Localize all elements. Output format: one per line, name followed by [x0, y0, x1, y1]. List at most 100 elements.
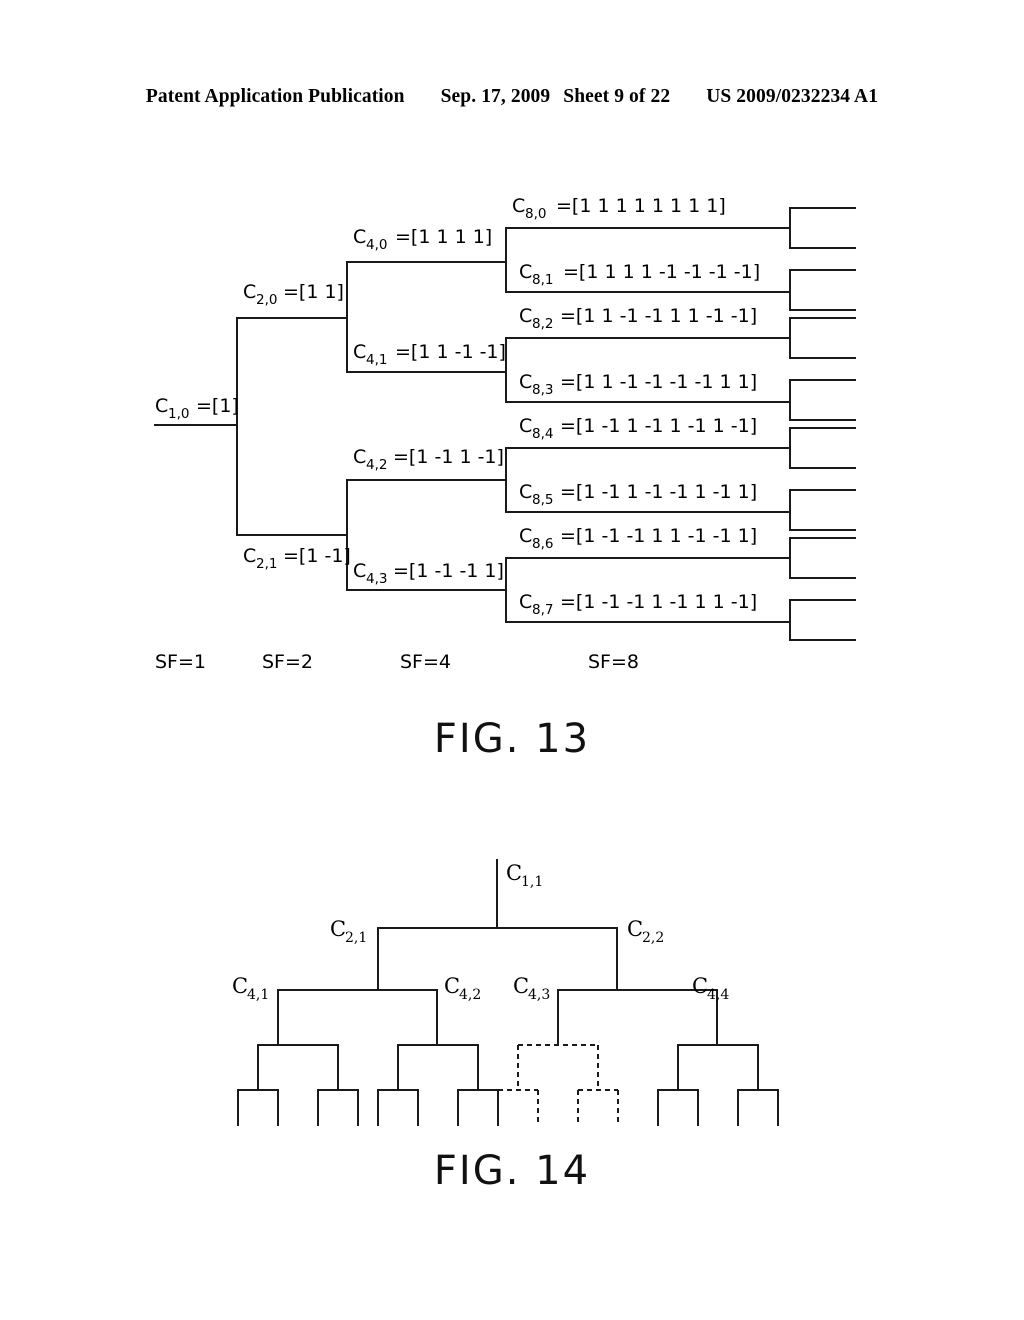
code-label-c8-6-sub: 8,6 — [532, 536, 553, 552]
leaf-bracket-1 — [789, 269, 856, 311]
code-label-c4-0-name: C — [353, 226, 366, 248]
node-label-c2-2-sub: 2,2 — [642, 930, 664, 946]
code-label-c4-1-name: C — [353, 341, 366, 363]
node-label-c1-1-sub: 1,1 — [521, 874, 543, 890]
sf-label-8: SF=8 — [588, 651, 639, 673]
code-label-c8-7-sub: 8,7 — [532, 602, 553, 618]
code-label-c8-2-value: =[1 1 -1 -1 1 1 -1 -1] — [560, 305, 757, 327]
figure-14-code-tree-allocation: C 1,1 C 2,1 C 2,2 C 4,1 C 4,2 C 4,3 C 4,… — [232, 859, 779, 1126]
code-label-c4-2-name: C — [353, 446, 366, 468]
leaf-bracket-3 — [789, 379, 856, 421]
code-label-c4-2: C 4,2 =[1 -1 1 -1] — [353, 446, 504, 473]
leaf-stub-group-c42 — [377, 1089, 499, 1126]
branch-level3-c41 — [257, 1044, 339, 1091]
code-label-c8-5-name: C — [519, 481, 532, 503]
node-label-c4-3-sub: 4,3 — [528, 987, 550, 1003]
code-label-c2-1-value: =[1 -1] — [283, 545, 351, 567]
code-label-c2-1-name: C — [243, 545, 256, 567]
leaf-bracket-7 — [789, 599, 856, 641]
node-label-c2-2: C 2,2 — [627, 917, 664, 946]
patent-header: Patent Application Publication Sep. 17, 2… — [0, 86, 1024, 108]
code-label-c8-2-sub: 8,2 — [532, 316, 553, 332]
node-label-c4-2: C 4,2 — [444, 974, 481, 1003]
code-label-c8-4: C 8,4 =[1 -1 1 -1 1 -1 1 -1] — [519, 415, 757, 442]
code-label-c8-2-name: C — [519, 305, 532, 327]
code-label-c2-1: C 2,1 =[1 -1] — [243, 545, 351, 572]
code-label-c8-7-name: C — [519, 591, 532, 613]
node-label-c2-1-sub: 2,1 — [345, 930, 367, 946]
node-label-c4-3: C 4,3 — [513, 974, 550, 1003]
branch-level3-c43-blocked — [517, 1044, 599, 1090]
node-label-c2-1: C 2,1 — [330, 917, 367, 946]
header-date: Sep. 17, 2009 — [440, 86, 551, 107]
code-label-c8-4-value: =[1 -1 1 -1 1 -1 1 -1] — [560, 415, 757, 437]
leaf-bracket-4 — [789, 427, 856, 469]
code-label-c8-4-sub: 8,4 — [532, 426, 553, 442]
figure-14: C 1,1 C 2,1 C 2,2 C 4,1 C 4,2 C 4,3 C 4,… — [0, 840, 1024, 1130]
code-label-c4-3-value: =[1 -1 -1 1] — [393, 560, 504, 582]
code-label-c2-0-name: C — [243, 281, 256, 303]
code-label-c4-1-value: =[1 1 -1 -1] — [395, 341, 506, 363]
code-label-c4-0: C 4,0 =[1 1 1 1] — [353, 226, 492, 253]
code-label-c8-0-sub: 8,0 — [525, 206, 546, 222]
figure-14-caption: FIG. 14 — [433, 1148, 591, 1194]
code-label-c4-2-value: =[1 -1 1 -1] — [393, 446, 504, 468]
branch-level2-left — [277, 989, 438, 1046]
node-label-c4-1-sub: 4,1 — [247, 987, 269, 1003]
code-label-c8-3: C 8,3 =[1 1 -1 -1 -1 -1 1 1] — [519, 371, 757, 398]
leaf-stub-group-c44 — [657, 1089, 779, 1126]
code-label-c2-0: C 2,0 =[1 1] — [243, 281, 344, 308]
code-label-c8-7-value: =[1 -1 -1 1 -1 1 1 -1] — [560, 591, 757, 613]
node-label-c4-2-name: C — [444, 974, 460, 998]
figure-13-caption: FIG. 13 — [433, 716, 591, 762]
node-label-c4-4: C 4,4 — [692, 974, 729, 1003]
code-label-c8-6: C 8,6 =[1 -1 -1 1 1 -1 -1 1] — [519, 525, 757, 552]
sf-label-4: SF=4 — [400, 651, 451, 673]
code-label-c4-3-name: C — [353, 560, 366, 582]
code-label-c8-1-sub: 8,1 — [532, 272, 553, 288]
sf-label-2: SF=2 — [262, 651, 313, 673]
code-label-c8-3-name: C — [519, 371, 532, 393]
branch-level1 — [377, 927, 618, 991]
code-label-c2-0-value: =[1 1] — [283, 281, 344, 303]
figure-13-ovsf-code-tree: C 1,0 =[1] C 2,0 =[1 1] C 2,1 =[1 -1] C … — [154, 195, 856, 673]
node-label-c4-1: C 4,1 — [232, 974, 269, 1003]
code-label-c8-0: C 8,0 =[1 1 1 1 1 1 1 1] — [512, 195, 726, 222]
figure-13: C 1,0 =[1] C 2,0 =[1 1] C 2,1 =[1 -1] C … — [0, 150, 1024, 690]
code-label-c8-3-sub: 8,3 — [532, 382, 553, 398]
node-label-c4-3-name: C — [513, 974, 529, 998]
node-label-c4-2-sub: 4,2 — [459, 987, 481, 1003]
header-patent-number: US 2009/0232234 A1 — [706, 86, 879, 107]
node-label-c2-1-name: C — [330, 917, 346, 941]
leaf-stub-group-c43-blocked — [497, 1089, 619, 1125]
node-label-c2-2-name: C — [627, 917, 643, 941]
code-label-c8-0-value: =[1 1 1 1 1 1 1 1] — [556, 195, 726, 217]
code-label-c8-2: C 8,2 =[1 1 -1 -1 1 1 -1 -1] — [519, 305, 757, 332]
code-label-c1-0-sub: 1,0 — [168, 406, 189, 422]
branch-level3-c44 — [677, 1044, 759, 1091]
node-label-c4-1-name: C — [232, 974, 248, 998]
code-label-c8-0-name: C — [512, 195, 525, 217]
branch-bracket-level1 — [236, 317, 348, 536]
node-label-c1-1-name: C — [506, 861, 522, 885]
code-label-c4-0-sub: 4,0 — [366, 237, 387, 253]
code-label-c2-0-sub: 2,0 — [256, 292, 277, 308]
node-label-c4-4-sub: 4,4 — [707, 987, 729, 1003]
code-label-c8-7: C 8,7 =[1 -1 -1 1 -1 1 1 -1] — [519, 591, 757, 618]
code-label-c8-4-name: C — [519, 415, 532, 437]
code-label-c8-3-value: =[1 1 -1 -1 -1 -1 1 1] — [560, 371, 757, 393]
code-label-c8-1-value: =[1 1 1 1 -1 -1 -1 -1] — [563, 261, 760, 283]
code-label-c2-1-sub: 2,1 — [256, 556, 277, 572]
code-label-c8-6-name: C — [519, 525, 532, 547]
code-label-c8-5: C 8,5 =[1 -1 1 -1 -1 1 -1 1] — [519, 481, 757, 508]
code-label-c4-0-value: =[1 1 1 1] — [395, 226, 492, 248]
branch-level3-c42 — [397, 1044, 479, 1091]
leaf-stub-group-c41 — [237, 1089, 359, 1126]
node-label-c4-4-name: C — [692, 974, 708, 998]
leaf-bracket-0 — [789, 207, 856, 249]
code-label-c8-1-name: C — [519, 261, 532, 283]
leaf-bracket-6 — [789, 537, 856, 579]
branch-level2-right — [557, 989, 718, 1046]
code-label-c1-0-name: C — [155, 395, 168, 417]
leaf-bracket-2 — [789, 317, 856, 359]
